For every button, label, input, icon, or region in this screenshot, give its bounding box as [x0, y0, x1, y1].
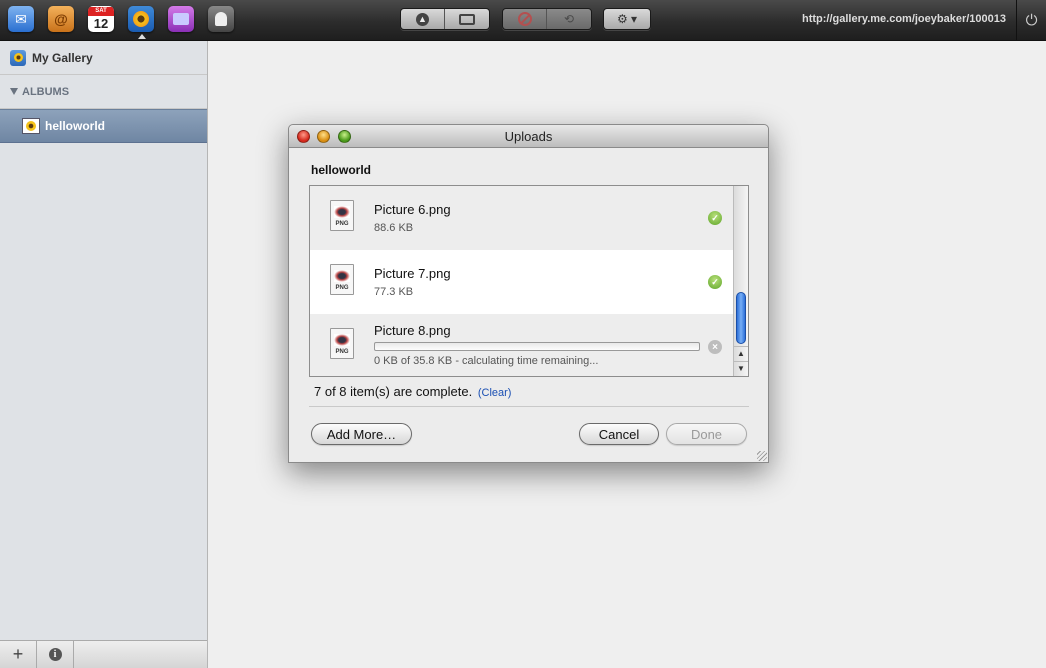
delete-share-group: ⟲ [502, 8, 592, 30]
png-file-icon: PNG [330, 328, 354, 359]
at-sign-icon[interactable]: @ [48, 6, 74, 32]
gallery-url[interactable]: http://gallery.me.com/joeybaker/100013 [802, 13, 1006, 25]
disclosure-triangle-icon[interactable] [10, 88, 18, 95]
scroll-down-arrow-icon[interactable]: ▼ [734, 361, 748, 375]
upload-icon: ▲ [416, 12, 429, 26]
info-icon: i [48, 648, 62, 661]
folder-icon[interactable] [168, 6, 194, 32]
png-file-icon: PNG [330, 264, 354, 295]
scroll-up-arrow-icon[interactable]: ▲ [734, 346, 748, 360]
sunflower-icon[interactable] [128, 6, 154, 32]
albums-header[interactable]: ALBUMS [0, 75, 207, 109]
calendar-icon[interactable]: SAT 12 [88, 6, 114, 32]
done-button[interactable]: Done [666, 423, 747, 445]
settings-group: ⚙ ▾ [603, 8, 651, 30]
status-text: 7 of 8 item(s) are complete. [314, 384, 473, 399]
file-name: Picture 7.png [374, 266, 451, 281]
progress-text: 0 KB of 35.8 KB - calculating time remai… [374, 355, 599, 367]
file-name: Picture 8.png [374, 323, 451, 338]
list-item[interactable]: PNG Picture 6.png 88.6 KB ✓ [310, 186, 733, 250]
list-item[interactable]: PNG Picture 7.png 77.3 KB ✓ [310, 250, 733, 314]
mail-icon[interactable]: ✉ [8, 6, 34, 32]
share-icon: ⟲ [563, 12, 575, 26]
sidebar-item-helloworld[interactable]: helloworld [0, 109, 207, 143]
dialog-titlebar[interactable]: Uploads [289, 125, 768, 148]
gallery-icon [10, 49, 26, 66]
scrollbar-thumb[interactable] [736, 292, 746, 344]
info-button[interactable]: i [37, 641, 74, 668]
clear-link[interactable]: (Clear) [478, 387, 512, 399]
active-app-indicator [138, 34, 146, 39]
upload-slideshow-group: ▲ [400, 8, 490, 30]
calendar-day: 12 [93, 16, 109, 31]
my-gallery-item[interactable]: My Gallery [0, 41, 207, 75]
cancel-upload-icon[interactable]: × [708, 340, 722, 354]
delete-icon [517, 12, 532, 26]
plus-icon[interactable]: + [0, 641, 37, 668]
delete-button[interactable] [503, 9, 547, 29]
person-icon[interactable] [208, 6, 234, 32]
png-file-icon: PNG [330, 200, 354, 231]
album-icon [22, 118, 40, 134]
uploads-dialog: Uploads helloworld PNG Picture 6.png 88.… [288, 124, 769, 463]
gear-icon: ⚙ ▾ [616, 12, 638, 26]
albums-header-label: ALBUMS [22, 85, 70, 98]
calendar-weekday: SAT [88, 7, 114, 16]
add-more-button[interactable]: Add More… [311, 423, 412, 445]
sidebar: My Gallery ALBUMS helloworld + i [0, 41, 208, 668]
upload-status: 7 of 8 item(s) are complete. (Clear) [314, 384, 511, 399]
resize-grip[interactable] [757, 451, 767, 461]
power-icon[interactable]: ⏻ [1016, 0, 1046, 40]
cancel-button[interactable]: Cancel [579, 423, 659, 445]
list-item[interactable]: PNG Picture 8.png 0 KB of 35.8 KB - calc… [310, 314, 733, 376]
slideshow-button[interactable] [445, 9, 489, 29]
file-name: Picture 6.png [374, 202, 451, 217]
top-toolbar: ✉ @ SAT 12 ▲ ⟲ ⚙ ▾ http://gallery.me.com… [0, 0, 1046, 41]
upload-album-name: helloworld [311, 163, 371, 177]
upload-progress-bar [374, 342, 700, 351]
sidebar-bottom-bar: + i [0, 640, 207, 668]
file-size: 88.6 KB [374, 222, 414, 234]
checkmark-icon: ✓ [708, 211, 722, 225]
file-size: 77.3 KB [374, 286, 414, 298]
share-button[interactable]: ⟲ [547, 9, 591, 29]
settings-button[interactable]: ⚙ ▾ [604, 9, 650, 29]
my-gallery-label: My Gallery [32, 50, 93, 65]
sidebar-item-label: helloworld [45, 119, 105, 133]
divider [309, 406, 749, 407]
vertical-scrollbar[interactable]: ▲ ▼ [733, 186, 748, 376]
dialog-title: Uploads [504, 129, 553, 144]
checkmark-icon: ✓ [708, 275, 722, 289]
upload-list[interactable]: PNG Picture 6.png 88.6 KB ✓ PNG Picture … [309, 185, 749, 377]
slideshow-icon [459, 13, 475, 25]
upload-button[interactable]: ▲ [401, 9, 445, 29]
